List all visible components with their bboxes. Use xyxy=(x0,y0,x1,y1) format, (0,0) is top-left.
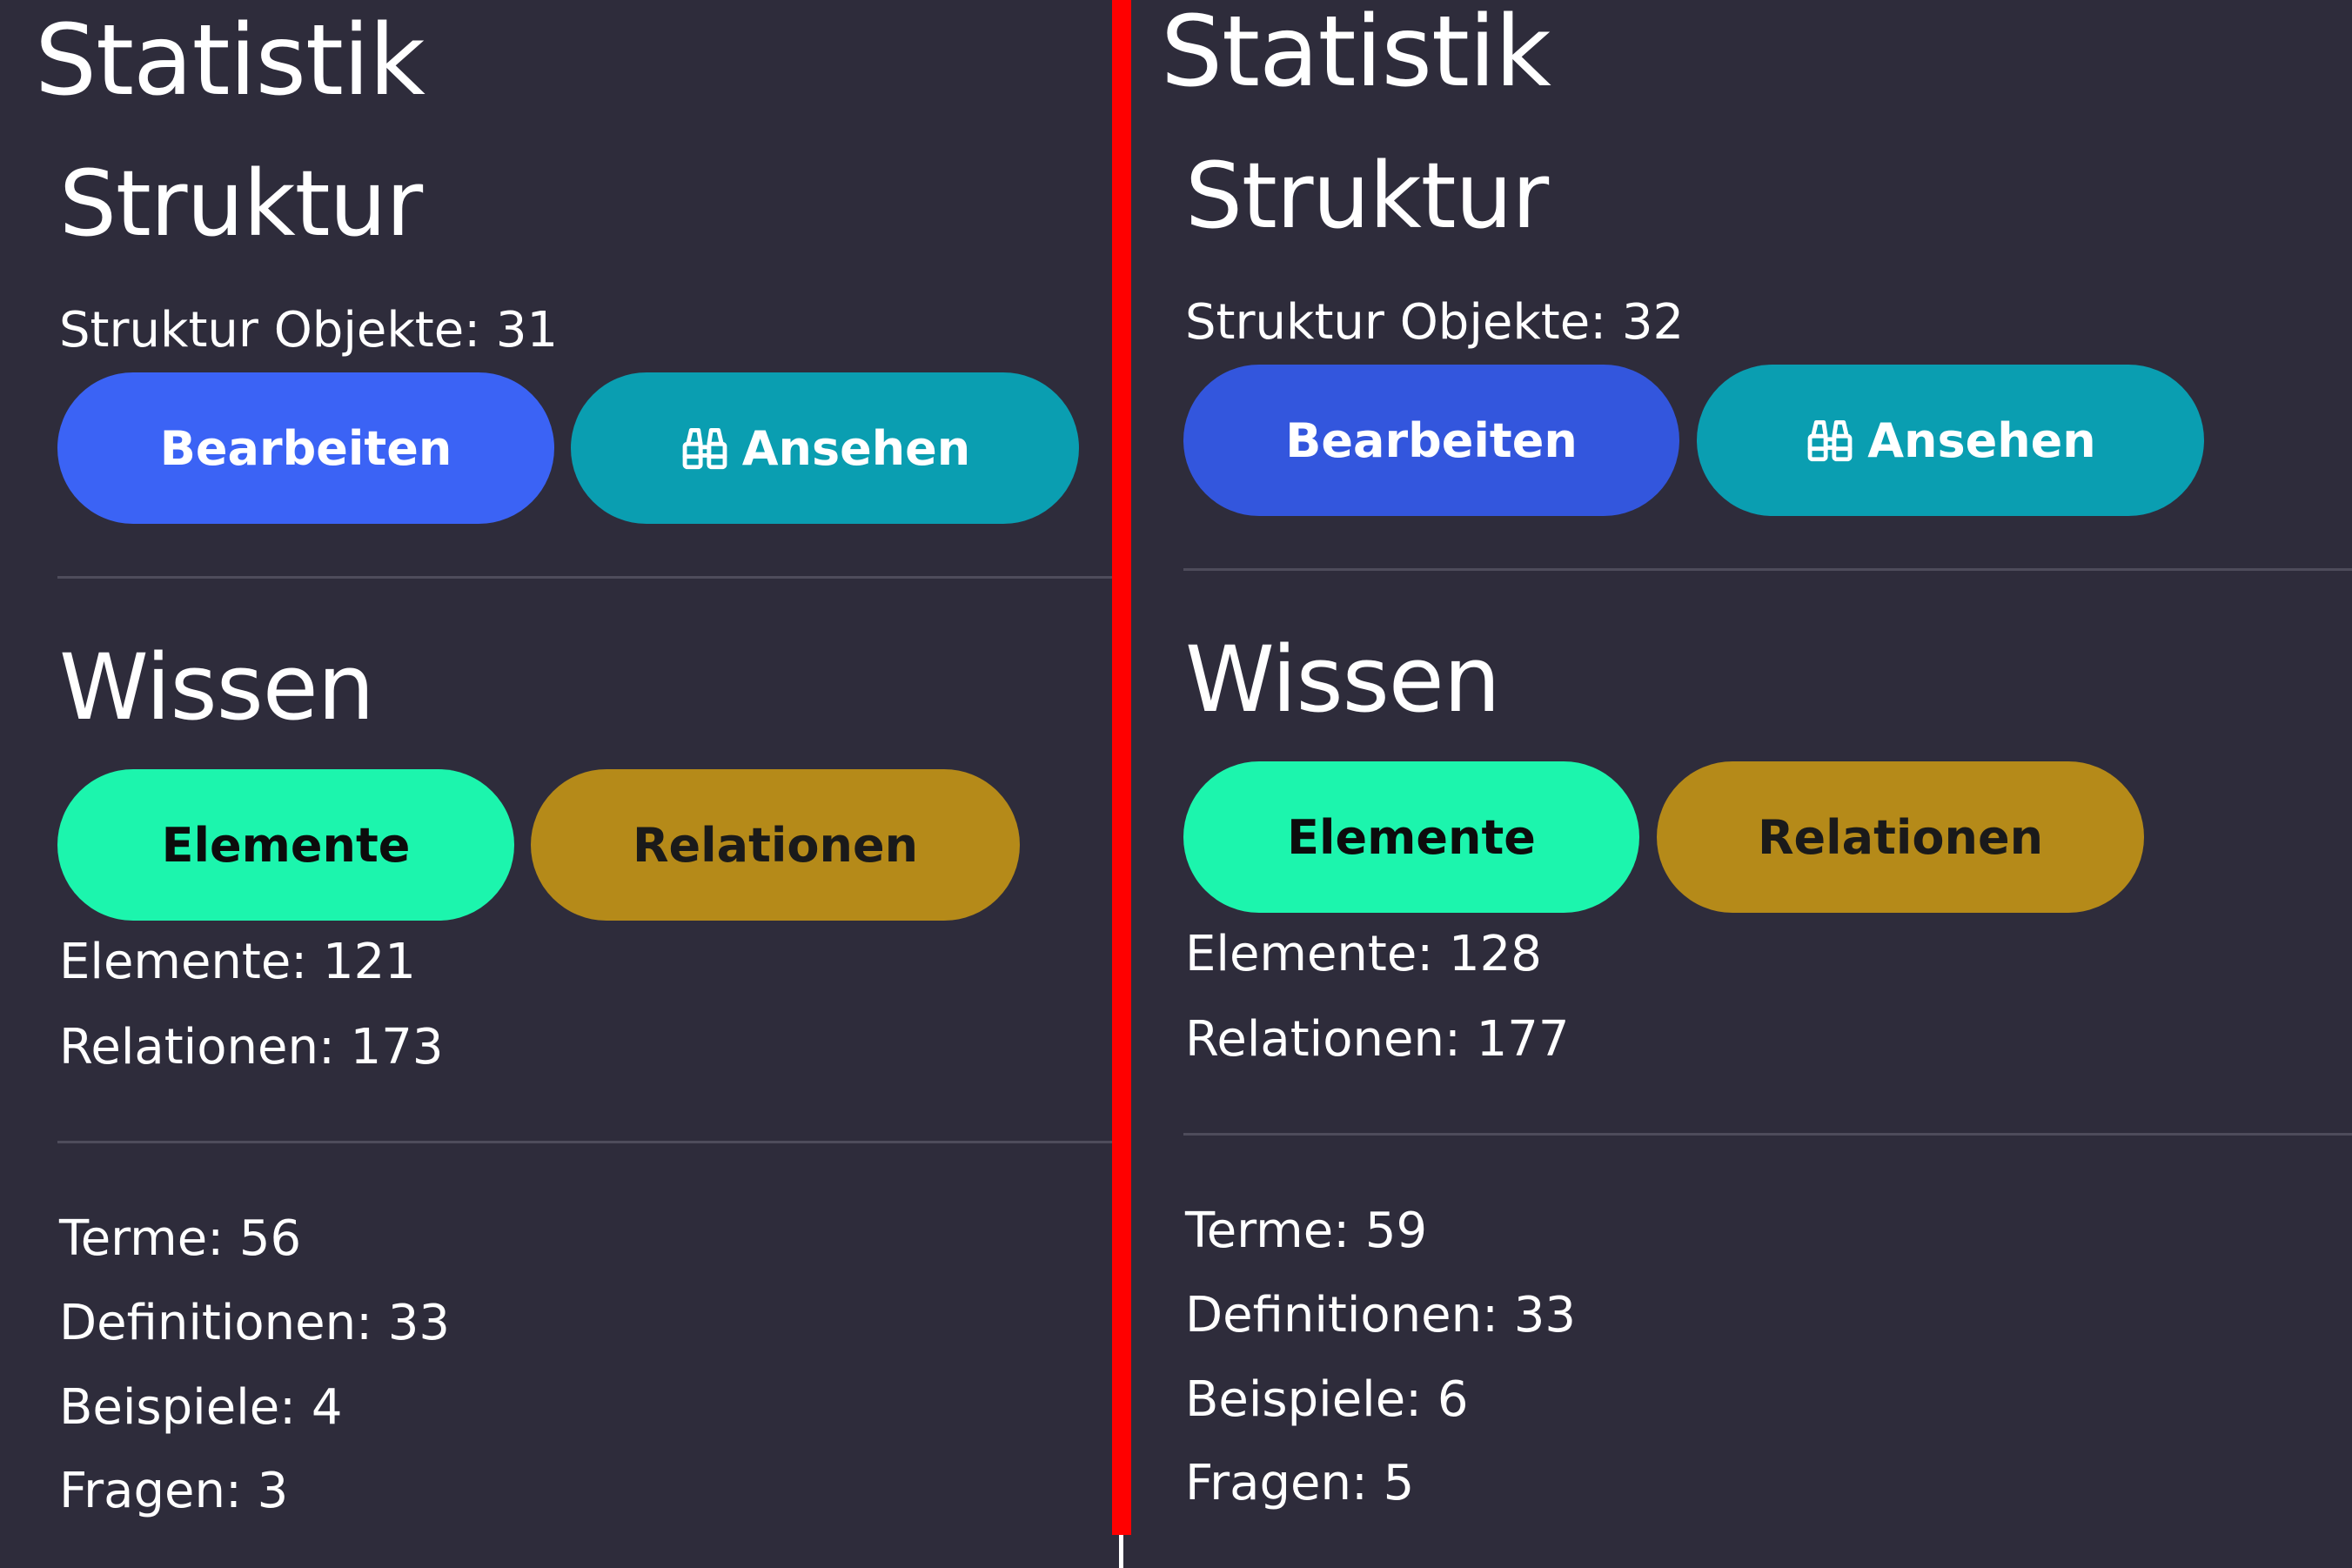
definitionen-count: Definitionen: 33 xyxy=(1185,1287,1577,1344)
beispiele-count: Beispiele: 6 xyxy=(1185,1371,1469,1428)
statistics-panel-before: Statistik Struktur Struktur Objekte: 31 … xyxy=(0,0,1112,1568)
section-divider xyxy=(1183,568,2352,571)
ansehen-button-label: Ansehen xyxy=(741,420,971,476)
binoculars-icon xyxy=(1805,415,1855,466)
relationen-button-label: Relationen xyxy=(632,817,919,873)
separator-tail xyxy=(1119,1535,1123,1568)
comparison-separator xyxy=(1112,0,1131,1535)
wissen-heading: Wissen xyxy=(59,634,375,740)
elemente-count: Elemente: 128 xyxy=(1185,926,1542,982)
bearbeiten-button-label: Bearbeiten xyxy=(159,420,452,476)
elemente-button-label: Elemente xyxy=(1287,809,1536,865)
relationen-count: Relationen: 177 xyxy=(1185,1011,1570,1068)
elemente-button[interactable]: Elemente xyxy=(1183,761,1639,913)
ansehen-button-label: Ansehen xyxy=(1867,412,2096,468)
bearbeiten-button[interactable]: Bearbeiten xyxy=(57,372,554,524)
binoculars-icon xyxy=(680,423,730,473)
section-divider xyxy=(1183,1133,2352,1136)
elemente-button[interactable]: Elemente xyxy=(57,769,514,921)
section-divider xyxy=(57,576,1112,579)
beispiele-count: Beispiele: 4 xyxy=(59,1379,343,1436)
definitionen-count: Definitionen: 33 xyxy=(59,1295,451,1351)
struktur-heading: Struktur xyxy=(59,151,423,257)
section-divider xyxy=(57,1141,1112,1143)
terme-count: Terme: 59 xyxy=(1185,1203,1428,1259)
struktur-objects-count: Struktur Objekte: 32 xyxy=(1185,294,1685,351)
struktur-heading: Struktur xyxy=(1185,143,1549,249)
ansehen-button[interactable]: Ansehen xyxy=(1697,365,2204,516)
bearbeiten-button[interactable]: Bearbeiten xyxy=(1183,365,1679,516)
elemente-count: Elemente: 121 xyxy=(59,934,416,990)
relationen-button[interactable]: Relationen xyxy=(1657,761,2144,913)
relationen-button-label: Relationen xyxy=(1757,809,2044,865)
struktur-objects-count: Struktur Objekte: 31 xyxy=(59,302,559,358)
elemente-button-label: Elemente xyxy=(161,817,411,873)
relationen-button[interactable]: Relationen xyxy=(531,769,1020,921)
terme-count: Terme: 56 xyxy=(59,1210,302,1267)
page-title: Statistik xyxy=(35,4,426,117)
fragen-count: Fragen: 3 xyxy=(59,1463,289,1519)
ansehen-button[interactable]: Ansehen xyxy=(571,372,1079,524)
fragen-count: Fragen: 5 xyxy=(1185,1455,1415,1511)
wissen-heading: Wissen xyxy=(1185,627,1501,733)
bearbeiten-button-label: Bearbeiten xyxy=(1285,412,1578,468)
relationen-count: Relationen: 173 xyxy=(59,1019,444,1075)
page-title: Statistik xyxy=(1161,0,1551,109)
statistics-panel-after: Statistik Struktur Struktur Objekte: 32 … xyxy=(1131,0,2352,1568)
